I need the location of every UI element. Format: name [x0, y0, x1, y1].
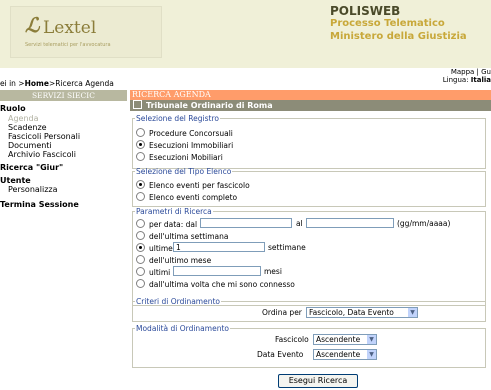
registro-legend: Selezione del Registro — [136, 114, 219, 123]
option-label: Esecuzioni Immobiliari — [149, 141, 234, 150]
breadcrumb-prefix: ei in > — [0, 79, 25, 88]
breadcrumb-current: >Ricerca Agenda — [48, 79, 114, 88]
option-label: dall'ultima volta che mi sono connesso — [149, 280, 295, 289]
months-label: mesi — [264, 267, 282, 276]
ordina-per-value: Fascicolo, Data Evento — [309, 308, 394, 317]
option-label: Elenco eventi per fascicolo — [149, 181, 250, 190]
radio-icon — [136, 192, 145, 201]
option-label: dell'ultima settimana — [149, 232, 229, 241]
breadcrumb: ei in >Home>Ricerca Agenda — [0, 79, 114, 88]
parametri-legend: Parametri di Ricerca — [136, 207, 212, 216]
option-label: dell'ultimo mese — [149, 256, 212, 265]
radio-icon — [136, 128, 145, 137]
option-label: Esecuzioni Mobiliari — [149, 153, 223, 162]
mappa-link[interactable]: Mappa | Gu — [443, 68, 491, 76]
months-count-input[interactable] — [173, 266, 261, 276]
radio-icon — [136, 231, 145, 240]
radio-icon — [136, 279, 145, 288]
sidebar-header: SERVIZI SIECIC — [0, 90, 127, 101]
sidebar-item-documenti[interactable]: Documenti — [8, 141, 52, 150]
ordina-per-select[interactable]: Fascicolo, Data Evento ▼ — [306, 307, 418, 318]
modalita-legend: Modalità di Ordinamento — [136, 324, 229, 333]
sidebar-item-utente[interactable]: Utente — [0, 176, 31, 185]
language-label: Lingua: — [442, 76, 471, 84]
sidebar-item-archivio-fascicoli[interactable]: Archivio Fascicoli — [8, 150, 76, 159]
date-to-input[interactable] — [306, 218, 394, 228]
criteri-legend: Criteri di Ordinamento — [136, 297, 220, 306]
fascicolo-order-value: Ascendente — [316, 335, 361, 344]
chevron-down-icon: ▼ — [367, 335, 376, 344]
date-format-hint: (gg/mm/aaaa) — [397, 219, 451, 228]
page-title: RICERCA AGENDA — [130, 90, 491, 100]
option-label: per data: dal — [149, 220, 198, 229]
court-bar: Tribunale Ordinario di Roma — [130, 100, 491, 111]
date-to-label: al — [296, 219, 303, 228]
parametri-option-per-data[interactable]: per data: dal — [136, 219, 197, 229]
logo-mark: ℒ — [25, 13, 40, 37]
sidebar-item-termina-sessione[interactable]: Termina Sessione — [0, 200, 79, 209]
app-title: POLISWEB — [330, 4, 401, 18]
sidebar-item-agenda[interactable]: Agenda — [8, 114, 39, 123]
sidebar-item-scadenze[interactable]: Scadenze — [8, 123, 47, 132]
tipo-elenco-legend: Selezione del Tipo Elenco — [136, 167, 232, 176]
sidebar-item-personalizza[interactable]: Personalizza — [8, 185, 58, 194]
sidebar-item-fascicoli-personali[interactable]: Fascicoli Personali — [8, 132, 80, 141]
esegui-ricerca-button[interactable]: Esegui Ricerca — [278, 374, 358, 388]
language-value: Italia — [470, 76, 491, 84]
radio-icon — [136, 267, 145, 276]
ordina-per-label: Ordina per — [262, 308, 302, 317]
breadcrumb-home-link[interactable]: Home — [25, 79, 49, 88]
radio-selected-icon — [136, 180, 145, 189]
tipo-elenco-option-per-fascicolo[interactable]: Elenco eventi per fascicolo — [136, 180, 250, 190]
radio-icon — [136, 255, 145, 264]
radio-icon — [136, 152, 145, 161]
option-label: Elenco eventi completo — [149, 193, 238, 202]
sidebar-item-ricerca-giur[interactable]: Ricerca "Giur" — [0, 163, 63, 172]
chevron-down-icon: ▼ — [367, 350, 376, 359]
building-icon — [133, 100, 142, 109]
language-selector[interactable]: Lingua: Italia — [443, 76, 491, 84]
data-evento-order-value: Ascendente — [316, 350, 361, 359]
option-label: Procedure Concorsuali — [149, 129, 233, 138]
parametri-option-ultimo-mese[interactable]: dell'ultimo mese — [136, 255, 211, 265]
parametri-option-ultima-settimana[interactable]: dell'ultima settimana — [136, 231, 229, 241]
weeks-label: settimane — [268, 243, 306, 252]
data-evento-order-select[interactable]: Ascendente ▼ — [313, 349, 377, 360]
logo-name: Lextel — [43, 18, 97, 38]
data-evento-order-label: Data Evento — [257, 350, 304, 359]
parametri-option-ultime-settimane[interactable]: ultime — [136, 243, 173, 253]
court-name: Tribunale Ordinario di Roma — [146, 101, 273, 110]
header-banner: ℒ Lextel Servizi telematici per l'avvoca… — [0, 0, 491, 68]
modalita-fieldset: Modalità di Ordinamento — [132, 324, 486, 368]
parametri-option-ultima-connessione[interactable]: dall'ultima volta che mi sono connesso — [136, 279, 295, 289]
chevron-down-icon: ▼ — [408, 308, 417, 317]
fascicolo-order-label: Fascicolo — [275, 335, 309, 344]
option-label: ultime — [149, 244, 173, 253]
sidebar-item-ruolo[interactable]: Ruolo — [0, 104, 26, 113]
app-subtitle-2: Ministero della Giustizia — [330, 31, 467, 42]
weeks-count-input[interactable]: 1 — [173, 242, 265, 252]
date-from-input[interactable] — [200, 218, 292, 228]
radio-icon — [136, 219, 145, 228]
registro-option-procedure-concorsuali[interactable]: Procedure Concorsuali — [136, 128, 233, 138]
radio-selected-icon — [136, 140, 145, 149]
radio-selected-icon — [136, 243, 145, 252]
parametri-option-ultimi-mesi[interactable]: ultimi — [136, 267, 170, 277]
logo-tagline: Servizi telematici per l'avvocatura — [25, 42, 111, 48]
option-label: ultimi — [149, 268, 171, 277]
lextel-logo[interactable]: ℒ Lextel Servizi telematici per l'avvoca… — [10, 6, 162, 58]
registro-option-esecuzioni-immobiliari[interactable]: Esecuzioni Immobiliari — [136, 140, 233, 150]
tipo-elenco-option-completo[interactable]: Elenco eventi completo — [136, 192, 237, 202]
app-subtitle-1: Processo Telematico — [330, 18, 445, 29]
top-links: Mappa | Gu Lingua: Italia — [443, 68, 491, 84]
registro-option-esecuzioni-mobiliari[interactable]: Esecuzioni Mobiliari — [136, 152, 223, 162]
fascicolo-order-select[interactable]: Ascendente ▼ — [313, 334, 377, 345]
